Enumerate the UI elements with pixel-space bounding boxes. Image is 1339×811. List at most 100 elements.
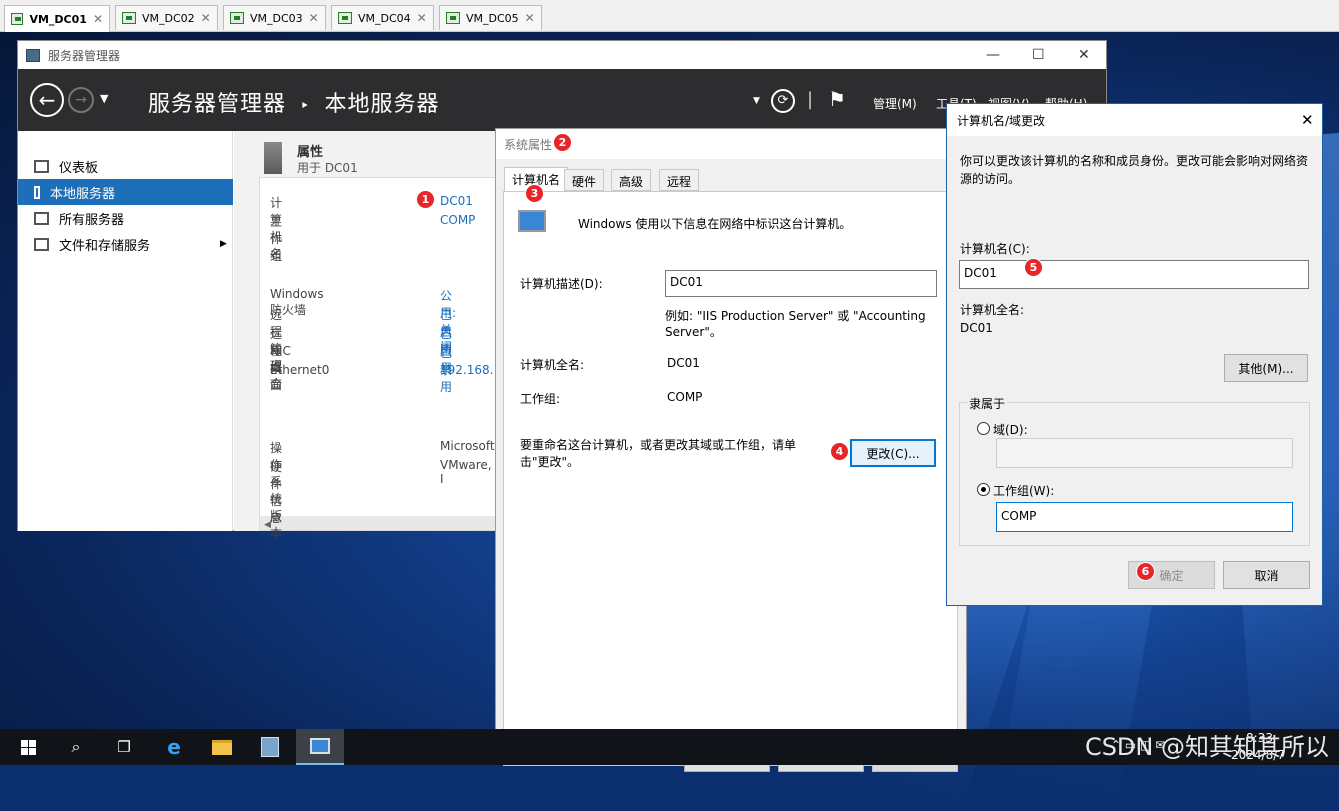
close-icon[interactable]: ✕ — [417, 11, 427, 25]
workgroup-label: 工作组: — [520, 392, 561, 406]
vm-tab-dc01[interactable]: VM_DC01 ✕ — [4, 5, 110, 32]
step-badge: 6 — [1136, 562, 1155, 581]
property-label: 工作组 — [270, 215, 283, 263]
step-badge: 4 — [830, 442, 849, 461]
example-text: 例如: "IIS Production Server" 或 "Accountin… — [665, 309, 926, 339]
minimize-icon[interactable]: — — [986, 47, 1000, 63]
vm-tab-label: VM_DC03 — [250, 11, 303, 25]
title-bar: 服务器管理器 — ☐ ✕ — [18, 41, 1106, 69]
domain-radio[interactable] — [977, 422, 990, 435]
dropdown-icon[interactable]: ▼ — [753, 96, 760, 106]
search-icon[interactable]: ⌕ — [52, 729, 100, 765]
vm-tab-label: VM_DC02 — [142, 11, 195, 25]
cancel-button[interactable]: 取消 — [1223, 561, 1310, 589]
vm-tab-label: VM_DC05 — [466, 11, 519, 25]
vm-tab-label: VM_DC01 — [29, 12, 87, 26]
maximize-icon[interactable]: ☐ — [1032, 47, 1045, 63]
step-badge: 1 — [416, 190, 435, 209]
step-badge: 2 — [553, 133, 572, 152]
fullname-value: DC01 — [667, 356, 700, 370]
workgroup-label: 工作组(W): — [993, 484, 1055, 498]
menu-manage[interactable]: 管理(M) — [873, 95, 917, 112]
tab-advanced[interactable]: 高级 — [611, 169, 652, 191]
close-icon[interactable]: ✕ — [201, 11, 211, 25]
vm-tab-dc03[interactable]: VM_DC03 ✕ — [223, 5, 326, 30]
breadcrumb: 服务器管理器 ‣ 本地服务器 — [148, 86, 439, 118]
tab-remote[interactable]: 远程 — [659, 169, 700, 191]
sidebar: 仪表板 本地服务器 所有服务器 文件和存储服务 ▶ — [18, 131, 233, 531]
vm-icon — [11, 13, 24, 25]
tab-hardware[interactable]: 硬件 — [564, 169, 605, 191]
domain-input[interactable] — [996, 438, 1293, 468]
vm-tab-dc05[interactable]: VM_DC05 ✕ — [439, 5, 542, 30]
properties-subtitle: 用于 DC01 — [297, 161, 358, 175]
fullname-label: 计算机全名: — [960, 303, 1025, 317]
vm-tab-strip: VM_DC01 ✕ VM_DC02 ✕ VM_DC03 ✕ VM_DC04 ✕ VM_D… — [0, 0, 1339, 32]
back-icon[interactable]: ← — [30, 83, 64, 117]
vm-tab-label: VM_DC04 — [358, 11, 411, 25]
dialog-title: 系统属性 — [504, 137, 553, 152]
internet-explorer-icon[interactable]: e — [150, 729, 198, 765]
sidebar-item-all-servers[interactable]: 所有服务器 — [18, 205, 233, 231]
step-badge: 5 — [1024, 258, 1043, 277]
flag-icon[interactable]: ⚑ — [828, 87, 846, 111]
workgroup-radio[interactable] — [977, 483, 990, 496]
server-manager-taskbar-icon[interactable] — [246, 729, 294, 765]
property-value-link[interactable]: DC01 — [440, 194, 473, 208]
close-icon[interactable]: ✕ — [1301, 111, 1314, 129]
forward-icon[interactable]: → — [68, 87, 94, 113]
properties-title: 属性 — [297, 145, 324, 160]
sidebar-item-label: 本地服务器 — [50, 186, 116, 202]
system-properties-dialog: 系统属性 计算机名 硬件 高级 远程 Windows 使用以下信息在网络中标识这… — [495, 128, 967, 772]
computer-name-input[interactable]: DC01 — [959, 260, 1309, 289]
dashboard-icon — [34, 159, 49, 173]
close-icon[interactable]: ✕ — [525, 11, 535, 25]
horizontal-scrollbar[interactable]: ◀ — [260, 516, 518, 530]
more-button[interactable]: 其他(M)... — [1224, 354, 1308, 382]
sidebar-item-local-server[interactable]: 本地服务器 — [18, 179, 233, 205]
computer-name-dialog: 计算机名/域更改 ✕ 你可以更改该计算机的名称和成员身份。更改可能会影响对网络资… — [946, 103, 1323, 606]
computer-description-input[interactable]: DC01 — [665, 270, 937, 297]
vm-icon — [446, 12, 460, 24]
header-bar: ← → ▼ 服务器管理器 ‣ 本地服务器 ▼ ⟳ | ⚑ 管理(M) 工具(T)… — [18, 69, 1106, 131]
close-icon[interactable]: ✕ — [93, 12, 103, 26]
domain-label: 域(D): — [993, 423, 1028, 437]
vm-tab-dc04[interactable]: VM_DC04 ✕ — [331, 5, 434, 30]
vm-tab-dc02[interactable]: VM_DC02 ✕ — [115, 5, 218, 30]
property-value: Microsoft — [440, 439, 495, 453]
close-icon[interactable]: ✕ — [1078, 47, 1090, 63]
sidebar-item-dashboard[interactable]: 仪表板 — [18, 153, 233, 179]
step-badge: 3 — [525, 184, 544, 203]
breadcrumb-root[interactable]: 服务器管理器 — [148, 92, 286, 117]
workgroup-input[interactable]: COMP — [996, 502, 1293, 532]
chevron-right-icon: ▶ — [220, 239, 227, 249]
sidebar-item-file-storage[interactable]: 文件和存储服务 ▶ — [18, 231, 233, 257]
dialog-title: 计算机名/域更改 — [957, 113, 1046, 128]
sidebar-item-label: 文件和存储服务 — [59, 238, 151, 254]
file-explorer-icon[interactable] — [198, 729, 246, 765]
workgroup-value: COMP — [667, 390, 703, 404]
server-icon — [34, 185, 40, 199]
close-icon[interactable]: ✕ — [309, 11, 319, 25]
computer-icon — [518, 210, 546, 232]
property-label: Ethernet0 — [270, 363, 330, 377]
intro-text: Windows 使用以下信息在网络中标识这台计算机。 — [578, 217, 852, 231]
refresh-icon[interactable]: ⟳ — [771, 89, 795, 113]
storage-icon — [34, 237, 49, 251]
vm-icon — [230, 12, 244, 24]
chevron-down-icon[interactable]: ▼ — [100, 92, 108, 105]
property-value-link[interactable]: COMP — [440, 213, 475, 227]
breadcrumb-current: 本地服务器 — [324, 92, 440, 117]
intro-text: 你可以更改该计算机的名称和成员身份。更改可能会影响对网络资源的访问。 — [960, 154, 1309, 186]
change-button[interactable]: 更改(C)... — [850, 439, 936, 467]
vm-icon — [338, 12, 352, 24]
tab-panel: Windows 使用以下信息在网络中标识这台计算机。 计算机描述(D): DC0… — [503, 191, 958, 766]
breadcrumb-separator: ‣ — [300, 96, 311, 115]
system-properties-taskbar-icon[interactable] — [296, 729, 344, 765]
task-view-icon[interactable]: ❐ — [100, 729, 148, 765]
rename-text: 要重命名这台计算机，或者更改其域或工作组，请单击"更改"。 — [520, 438, 797, 469]
start-button[interactable] — [4, 729, 52, 765]
server-manager-icon — [26, 48, 40, 62]
property-label: 硬件信息 — [270, 460, 283, 525]
fullname-label: 计算机全名: — [520, 358, 585, 372]
